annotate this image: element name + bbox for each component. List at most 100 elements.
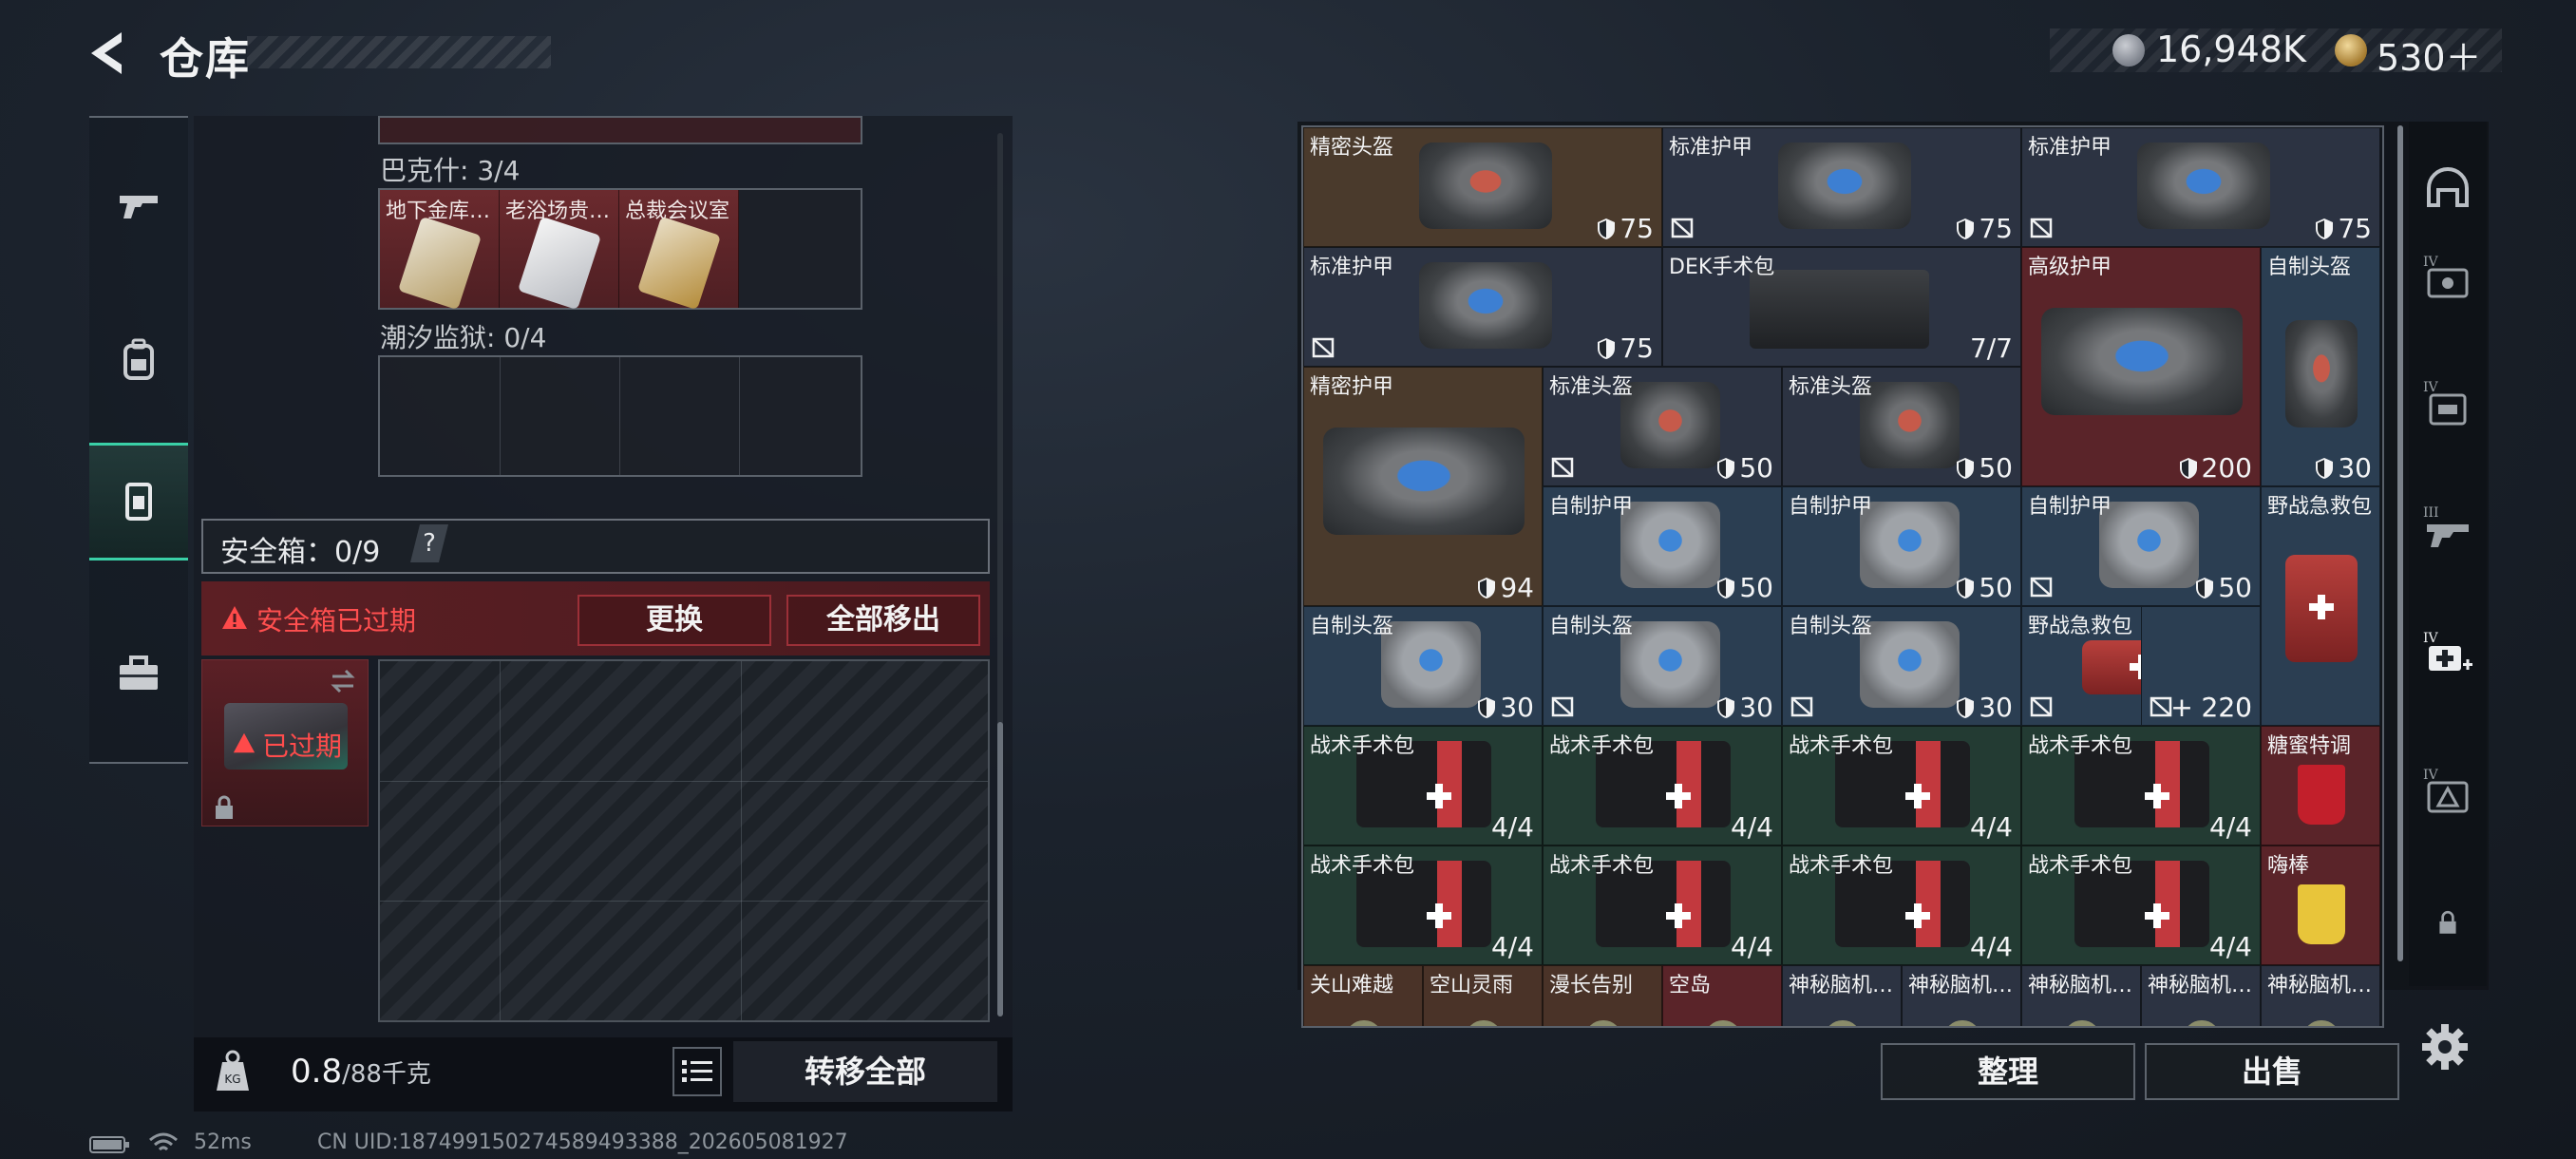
durability-shield-icon — [1478, 697, 1496, 718]
helmet-icon — [2285, 319, 2358, 428]
inventory-item[interactable]: 标准头盔 50 — [1782, 367, 2021, 486]
inventory-item[interactable]: 标准护甲 75 — [2021, 127, 2380, 247]
inventory-item[interactable]: 精密头盔 75 — [1303, 127, 1662, 247]
inventory-item[interactable]: 自制护甲 50 — [2021, 486, 2261, 606]
durability-shield-icon — [2179, 458, 2197, 479]
item-label: 神秘脑机… — [2148, 974, 2253, 998]
inventory-item[interactable]: 关山难越 — [1303, 965, 1423, 1026]
keycard-slot[interactable]: 老浴场贵… — [500, 190, 619, 311]
item-value: 50 — [1956, 572, 2013, 603]
level3-gun-icon: III — [2423, 505, 2469, 547]
back-button[interactable] — [84, 27, 137, 80]
item-label: 自制头盔 — [1310, 615, 1394, 638]
coin-icon — [2112, 34, 2145, 66]
tab-backpack[interactable]: IV — [2409, 357, 2487, 452]
tab-weapon[interactable]: III — [2409, 483, 2487, 578]
right-scrollbar-thumb[interactable] — [2397, 125, 2403, 961]
inventory-item[interactable]: 战术手术包 4/4 — [1782, 726, 2021, 846]
grid-divider — [500, 357, 501, 475]
medical-cross-icon — [2308, 594, 2334, 619]
inventory-item[interactable]: 战术手术包 4/4 — [2021, 726, 2261, 846]
title-decoration — [247, 36, 551, 68]
durability-shield-icon — [1478, 578, 1496, 598]
settings-gear-icon[interactable] — [2418, 1020, 2472, 1074]
tab-device[interactable]: IV — [2409, 745, 2487, 840]
inventory-item[interactable]: 自制头盔 30 — [1543, 606, 1782, 726]
item-value: 30 — [1716, 692, 1773, 723]
inventory-item[interactable]: 糖蜜特调 — [2261, 726, 2380, 846]
warehouse-grid[interactable]: 精密头盔 75 标准护甲 75 标准护甲 75 标准护甲 75 DEK手术包 7/7 高级护甲 200… — [1301, 125, 2384, 1028]
item-value: 30 — [1956, 692, 2013, 723]
keycard-icon — [517, 216, 602, 311]
inventory-item[interactable]: DEK手术包 7/7 — [1662, 247, 2021, 367]
inventory-item[interactable]: 空山灵雨 — [1423, 965, 1543, 1026]
inventory-item[interactable]: 神秘脑机… — [1902, 965, 2021, 1026]
item-value: 4/4 — [1969, 931, 2013, 962]
tab-helmet[interactable] — [2409, 142, 2487, 238]
ping-readout: 52ms — [194, 1130, 252, 1154]
inventory-item[interactable]: 战术手术包 4/4 — [1543, 726, 1782, 846]
inventory-item[interactable]: 标准头盔 50 — [1543, 367, 1782, 486]
move-all-out-button[interactable]: 全部移出 — [786, 595, 980, 646]
item-value: 4/4 — [1969, 811, 2013, 843]
inventory-item[interactable]: 战术手术包 4/4 — [1303, 846, 1543, 965]
inventory-item[interactable]: 嗨棒 — [2261, 846, 2380, 965]
sort-button[interactable]: 整理 — [1881, 1043, 2135, 1100]
item-value: 75 — [1956, 213, 2013, 244]
tab-medical[interactable]: IV — [2409, 608, 2487, 703]
inventory-item[interactable]: 神秘脑机… — [2141, 965, 2261, 1026]
inventory-item[interactable]: 标准护甲 75 — [1303, 247, 1662, 367]
inventory-item[interactable]: 战术手术包 4/4 — [1543, 846, 1782, 965]
inventory-item[interactable]: 漫长告别 — [1543, 965, 1662, 1026]
nav-safebox[interactable] — [89, 443, 188, 560]
inventory-item[interactable]: 神秘脑机… — [2261, 965, 2380, 1026]
expired-notice: 安全箱已过期 — [256, 605, 417, 636]
inventory-item[interactable]: 自制头盔 30 — [1782, 606, 2021, 726]
left-scrollbar-thumb[interactable] — [997, 722, 1003, 1016]
inventory-item[interactable]: 自制头盔 30 — [1303, 606, 1543, 726]
inventory-item[interactable]: 战术手术包 4/4 — [1303, 726, 1543, 846]
item-label: 战术手术包 — [1789, 854, 1894, 878]
helmet-icon — [1418, 142, 1552, 229]
inventory-item[interactable]: 自制头盔 30 — [2261, 247, 2380, 486]
list-view-button[interactable] — [672, 1047, 722, 1096]
item-value: 4/4 — [1490, 811, 1534, 843]
inventory-item[interactable]: 自制护甲 50 — [1543, 486, 1782, 606]
item-label: 糖蜜特调 — [2267, 734, 2352, 758]
tab-locked-slot[interactable] — [2409, 876, 2487, 971]
safebox-storage-grid[interactable] — [378, 659, 990, 1022]
inventory-item[interactable]: 野战急救包 — [2261, 486, 2380, 726]
durability-shield-icon — [1957, 578, 1975, 598]
item-label: 标准头盔 — [1789, 375, 1873, 399]
item-label: 战术手术包 — [1310, 734, 1415, 758]
inventory-item[interactable]: 自制护甲 50 — [1782, 486, 2021, 606]
currency-balance: 16,948K — [2156, 28, 2306, 70]
item-label: 自制护甲 — [1789, 495, 1873, 519]
inventory-item[interactable]: 战术手术包 4/4 — [2021, 846, 2261, 965]
premium-currency[interactable]: 530＋ — [2377, 28, 2482, 81]
inventory-item[interactable]: 空岛 — [1662, 965, 1782, 1026]
inventory-item[interactable]: 精密护甲 94 — [1303, 367, 1543, 606]
nav-backpack[interactable] — [89, 302, 188, 420]
keycard-slot[interactable]: 总裁会议室 — [619, 190, 739, 311]
inventory-item[interactable]: 标准护甲 75 — [1662, 127, 2021, 247]
nav-weapons[interactable] — [89, 146, 188, 264]
medical-cross-icon — [1904, 784, 1930, 809]
item-label: 战术手术包 — [2028, 854, 2133, 878]
sell-button[interactable]: 出售 — [2145, 1043, 2399, 1100]
inventory-item[interactable]: 高级护甲 200 — [2021, 247, 2261, 486]
lock-icon — [2439, 910, 2456, 934]
nav-briefcase[interactable] — [89, 616, 188, 733]
inventory-item[interactable]: 战术手术包 4/4 — [1782, 846, 2021, 965]
item-label: 神秘脑机… — [2267, 974, 2373, 998]
inventory-item[interactable]: 神秘脑机… — [1782, 965, 1902, 1026]
item-value: 4/4 — [1490, 931, 1534, 962]
keycard-slot[interactable]: 地下金库… — [380, 190, 500, 311]
inventory-item[interactable]: + 220 — [2141, 606, 2261, 726]
inventory-item[interactable]: 神秘脑机… — [2021, 965, 2141, 1026]
transfer-all-button[interactable]: 转移全部 — [733, 1041, 997, 1102]
backpack-icon — [123, 338, 154, 380]
tab-chest-rig[interactable]: IV — [2409, 232, 2487, 327]
swap-button[interactable]: 更换 — [578, 595, 771, 646]
no-repair-icon — [2030, 577, 2053, 598]
